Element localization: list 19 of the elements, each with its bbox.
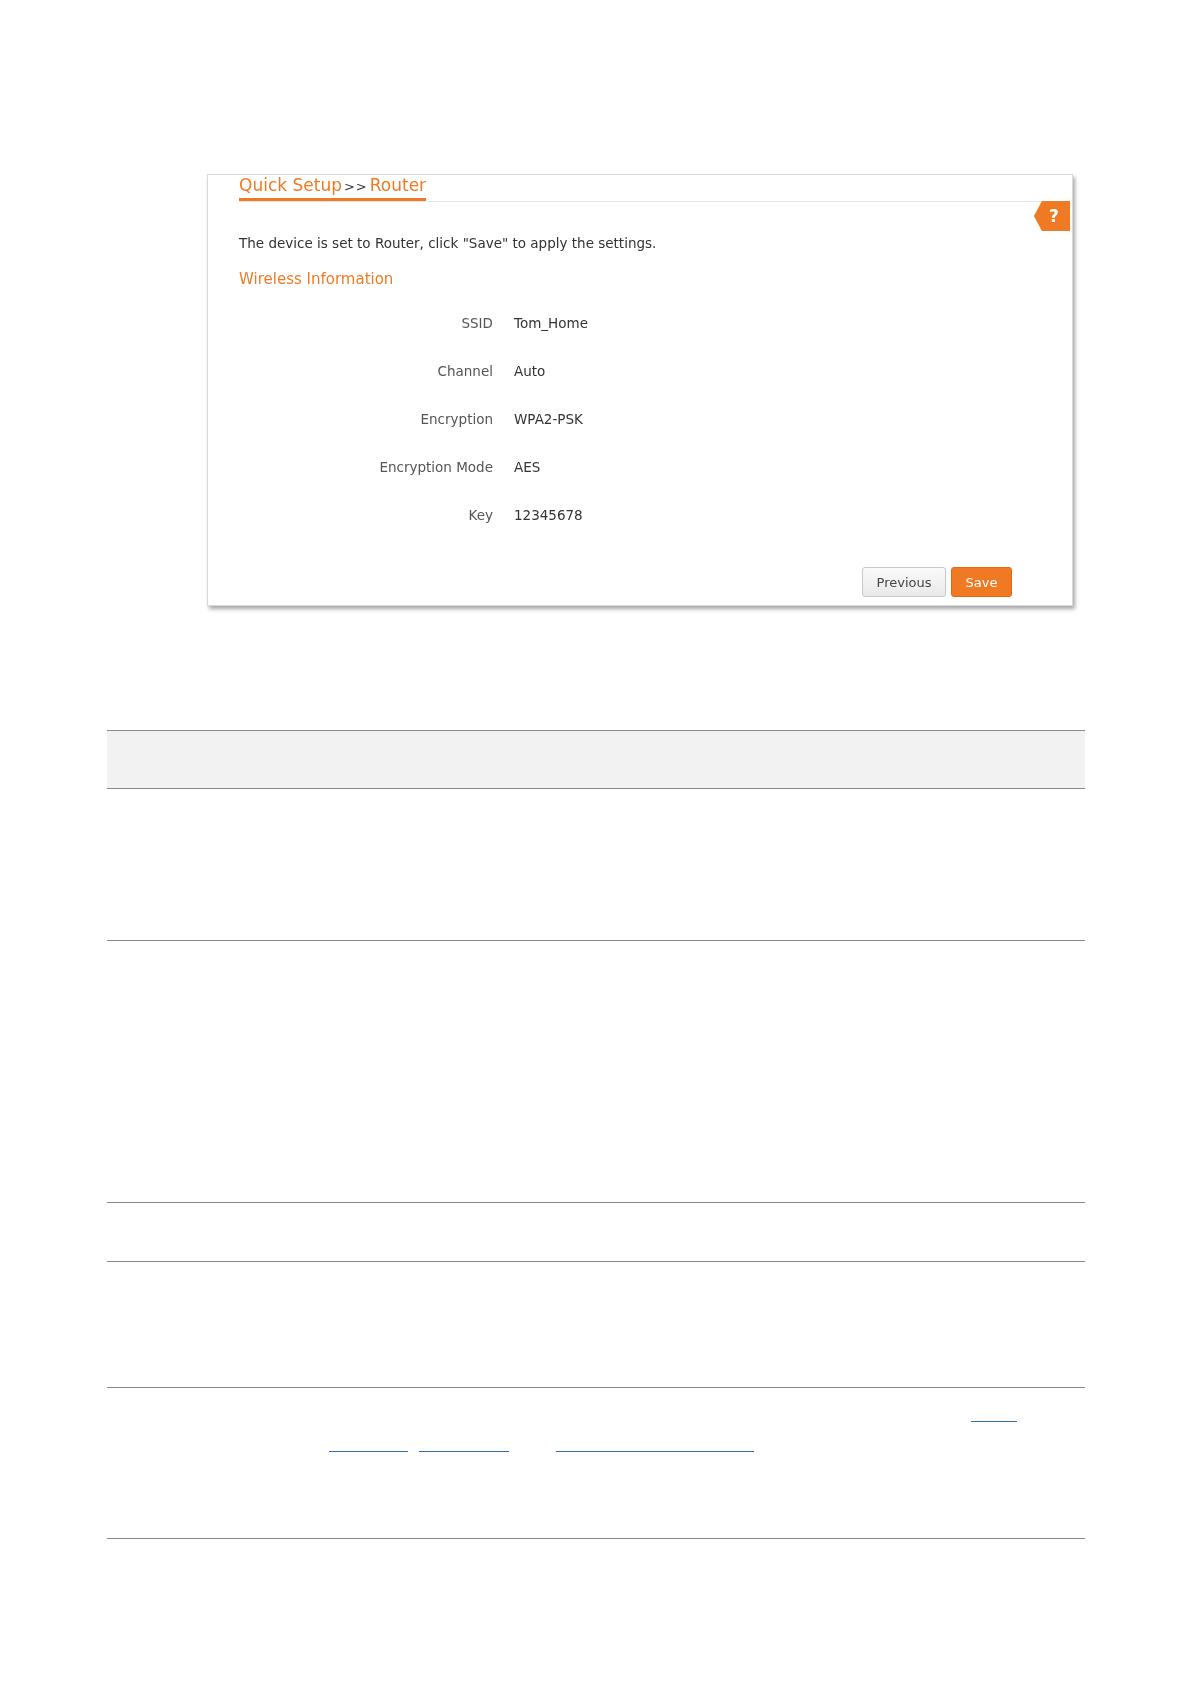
field-value: Tom_Home — [514, 314, 588, 331]
field-value: WPA2-PSK — [514, 410, 583, 427]
section-title: Wireless Information — [239, 270, 395, 288]
field-value: Auto — [514, 362, 546, 379]
field-label: Key — [467, 506, 493, 523]
save-button[interactable]: Save — [951, 567, 1012, 597]
field-label: Channel — [436, 362, 493, 379]
field-label: Encryption — [419, 410, 493, 427]
field-value: AES — [514, 458, 541, 475]
field-label: Encryption Mode — [378, 458, 493, 475]
breadcrumb-link[interactable]: Quick Setup — [239, 175, 342, 195]
field-value: 12345678 — [514, 506, 583, 523]
info-message: The device is set to Router, click "Save" to apply the settings. — [239, 235, 658, 251]
previous-button[interactable]: Previous — [862, 567, 946, 597]
breadcrumb-separator: >> — [343, 179, 368, 194]
breadcrumb-link[interactable]: Router — [369, 175, 427, 195]
field-label: SSID — [460, 314, 493, 331]
help-tab[interactable]: ? — [1034, 201, 1070, 231]
link-underline — [971, 1421, 1017, 1422]
